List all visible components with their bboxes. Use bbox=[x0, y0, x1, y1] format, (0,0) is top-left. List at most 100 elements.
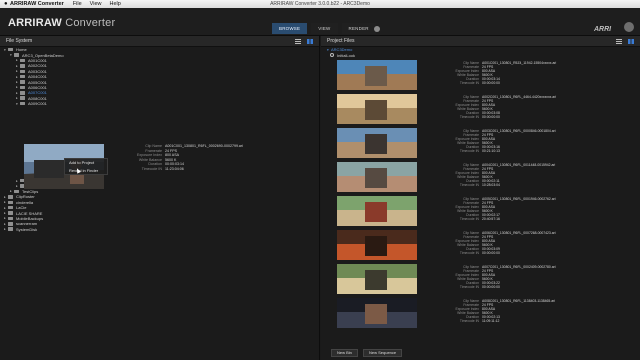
clip-item[interactable]: Clip Name A005C001_130801_R6FL_0001946-00… bbox=[337, 196, 627, 227]
folder-icon bbox=[20, 58, 25, 63]
tree-item[interactable]: ▾ A009C001 bbox=[0, 101, 318, 106]
metadata-value: 10:28:03:04 bbox=[482, 183, 500, 187]
settings-icon[interactable] bbox=[374, 26, 380, 32]
project-files-title: Project Files bbox=[327, 38, 355, 44]
file-tree: ▾ Home ▾ ARC3_OpenBetaDemo ▸ A001C001 ▸ A002C00… bbox=[0, 47, 318, 106]
tree-item-label: SystemDisk bbox=[16, 226, 38, 232]
context-menu: Add to Project Reveal in Finder bbox=[64, 158, 108, 175]
mac-menubar: ● ARRIRAW Converter File View Help ARRIR… bbox=[0, 0, 640, 8]
tree-item[interactable]: ▸ SystemDisk bbox=[0, 227, 318, 232]
folder-icon bbox=[8, 211, 13, 215]
clip-thumbnail[interactable] bbox=[337, 128, 417, 158]
metadata-key: Timecode IN bbox=[141, 166, 162, 171]
metadata-key: Timecode IN bbox=[459, 183, 479, 187]
clip-metadata: Clip Name A006C001_130801_R6FL_0007268-00… bbox=[441, 231, 556, 255]
folder-icon bbox=[20, 80, 25, 84]
clip-metadata: Clip Name A004C001_130801_R6FL_0011448-00… bbox=[441, 163, 555, 187]
tree-item-label: TestClips bbox=[22, 188, 39, 194]
tree-item-label: ARC3_OpenBetaDemo bbox=[22, 52, 64, 58]
clip-item[interactable]: Clip Name A007C001_130801_R6FL_0002409-00… bbox=[337, 264, 627, 295]
metadata-value: 11:09:11:12 bbox=[482, 319, 500, 323]
clip-item[interactable]: Clip Name A003C001_130801_R6FL_0000846-00… bbox=[337, 128, 627, 159]
clip-item[interactable]: Clip Name A008C001_130801_R6FL_1138403-11… bbox=[337, 298, 627, 329]
clip-thumbnail[interactable] bbox=[337, 196, 417, 226]
tree-item-label: MobileBackups bbox=[16, 215, 44, 221]
tree-item-label: A008C001 bbox=[28, 95, 47, 101]
folder-icon bbox=[8, 200, 13, 204]
bin-icon bbox=[330, 53, 334, 58]
metadata-line: Timecode IN 00:00:00:00 bbox=[441, 251, 556, 255]
project-root-label: ARC3Demo bbox=[331, 47, 353, 53]
metadata-value: 00:00:00:00 bbox=[482, 285, 500, 289]
arri-disc-icon bbox=[624, 22, 634, 32]
folder-icon bbox=[8, 195, 13, 199]
folder-icon bbox=[14, 189, 19, 194]
mode-tabs: BROWSE VIEW RENDER bbox=[272, 23, 376, 34]
clip-item[interactable]: Clip Name A001C001_130801_R5Z4_11942-1550… bbox=[337, 60, 627, 91]
metadata-line: Timecode IN 11:09:11:12 bbox=[441, 319, 555, 323]
new-sequence-button[interactable]: New Sequence bbox=[363, 349, 403, 357]
tree-item-label: A004C001 bbox=[28, 74, 47, 80]
thumbnail-view-icon[interactable] bbox=[307, 39, 313, 44]
menu-file[interactable]: File bbox=[73, 1, 82, 7]
folder-icon bbox=[20, 85, 25, 90]
menu-view[interactable]: View bbox=[90, 1, 102, 7]
context-reveal-in-finder[interactable]: Reveal in Finder bbox=[65, 167, 107, 175]
project-bin-label: InitialLook bbox=[337, 52, 356, 58]
project-files-header: Project Files bbox=[321, 36, 640, 47]
clip-thumbnail[interactable] bbox=[337, 264, 417, 294]
clip-thumbnail[interactable] bbox=[337, 94, 417, 124]
clip-metadata: Clip Name A007C001_130801_R6FL_0002409-00… bbox=[441, 265, 555, 289]
tab-view[interactable]: VIEW bbox=[311, 23, 338, 34]
project-bin[interactable]: InitialLook bbox=[327, 53, 355, 59]
metadata-line: Timecode IN 20:40:57:16 bbox=[441, 217, 556, 221]
clip-item[interactable]: Clip Name A002C001_130801_R6FL_4464-4420x… bbox=[337, 94, 627, 125]
folder-icon bbox=[8, 205, 13, 210]
tab-browse[interactable]: BROWSE bbox=[272, 23, 308, 34]
clip-thumbnail[interactable] bbox=[337, 230, 417, 260]
metadata-key: Timecode IN bbox=[459, 149, 479, 153]
folder-icon bbox=[20, 101, 25, 106]
clip-metadata: Clip Name A001C001_130801_R5Z4_11942-1550… bbox=[441, 61, 556, 85]
list-view-icon[interactable] bbox=[616, 39, 622, 44]
folder-icon bbox=[14, 53, 19, 57]
metadata-key: Timecode IN bbox=[459, 319, 479, 323]
brand-rest: Converter bbox=[61, 17, 116, 29]
metadata-value: 11:23:04:06 bbox=[165, 166, 184, 171]
clip-thumbnail[interactable] bbox=[337, 298, 417, 328]
metadata-key: Timecode IN bbox=[459, 251, 479, 255]
metadata-key: Timecode IN bbox=[459, 81, 479, 85]
metadata-value: 00:00:00:00 bbox=[482, 115, 500, 119]
clip-thumbnail[interactable] bbox=[337, 162, 417, 192]
clip-metadata: Clip Name A002C001_130801_R6FL_4464-4420x… bbox=[441, 95, 556, 119]
metadata-value: 00:21:10:13 bbox=[482, 149, 500, 153]
tree-item-label: scannerram bbox=[16, 221, 38, 227]
app-menu[interactable]: ARRIRAW Converter bbox=[10, 1, 64, 7]
tree-item-label: A009C001 bbox=[28, 101, 47, 107]
tree-item-label: cinderella bbox=[16, 199, 34, 205]
thumbnail-view-icon[interactable] bbox=[628, 39, 634, 44]
clip-item[interactable]: Clip Name A006C001_130801_R6FL_0007268-00… bbox=[337, 230, 627, 261]
folder-icon bbox=[20, 91, 25, 95]
metadata-value: 20:40:57:16 bbox=[482, 217, 500, 221]
project-root[interactable]: ▾ ARC3Demo bbox=[327, 47, 355, 53]
context-add-to-project[interactable]: Add to Project bbox=[65, 159, 107, 167]
tree-item-label: LaCie bbox=[16, 205, 27, 211]
list-view-icon[interactable] bbox=[295, 39, 301, 44]
tab-render[interactable]: RENDER bbox=[341, 23, 376, 34]
folder-icon bbox=[20, 74, 25, 79]
clip-thumbnail[interactable] bbox=[337, 60, 417, 90]
folder-icon bbox=[20, 69, 25, 73]
tree-item-label: A005C001 bbox=[28, 79, 47, 85]
folder-icon bbox=[8, 216, 13, 221]
folder-icon bbox=[8, 47, 13, 52]
tree-item-label: A003C001 bbox=[28, 68, 47, 74]
new-bin-button[interactable]: New Bin bbox=[331, 349, 358, 357]
metadata-line: Timecode IN 00:00:00:00 bbox=[441, 115, 556, 119]
menu-help[interactable]: Help bbox=[110, 1, 121, 7]
clip-item[interactable]: Clip Name A004C001_130801_R6FL_0011448-00… bbox=[337, 162, 627, 193]
metadata-value: 00:00:00:00 bbox=[482, 251, 500, 255]
tree-item-label: Home bbox=[16, 47, 27, 53]
folder-icon bbox=[20, 64, 25, 68]
file-system-header: File System bbox=[0, 36, 319, 47]
